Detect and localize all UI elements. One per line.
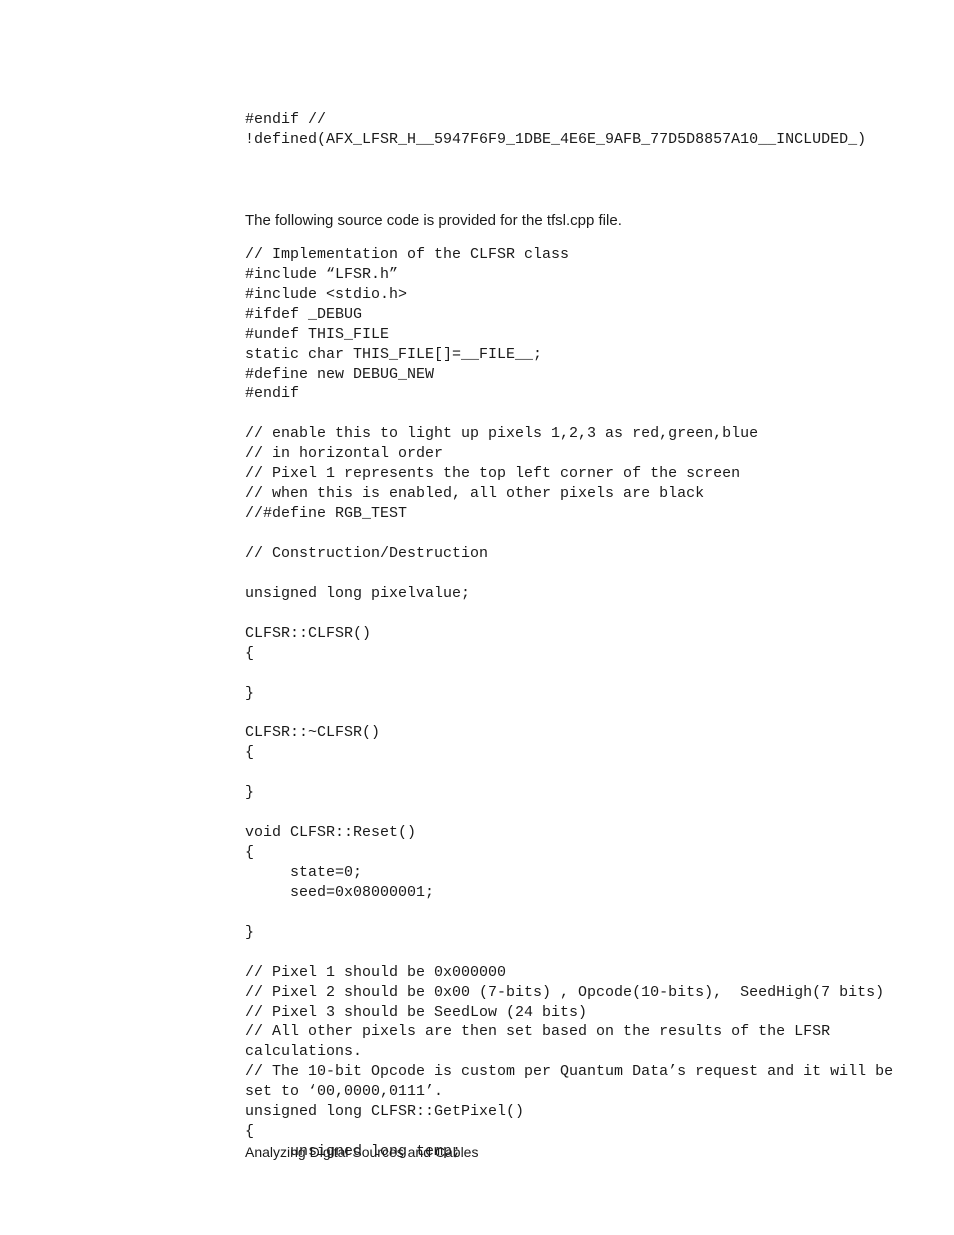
document-page: #endif // !defined(AFX_LFSR_H__5947F6F9_… (0, 0, 954, 1235)
code-block-top: #endif // !defined(AFX_LFSR_H__5947F6F9_… (245, 110, 884, 150)
intro-paragraph: The following source code is provided fo… (245, 210, 884, 231)
code-block-main: // Implementation of the CLFSR class #in… (245, 245, 884, 1162)
page-footer: Analyzing Digital Sources and Cables (245, 1144, 478, 1160)
